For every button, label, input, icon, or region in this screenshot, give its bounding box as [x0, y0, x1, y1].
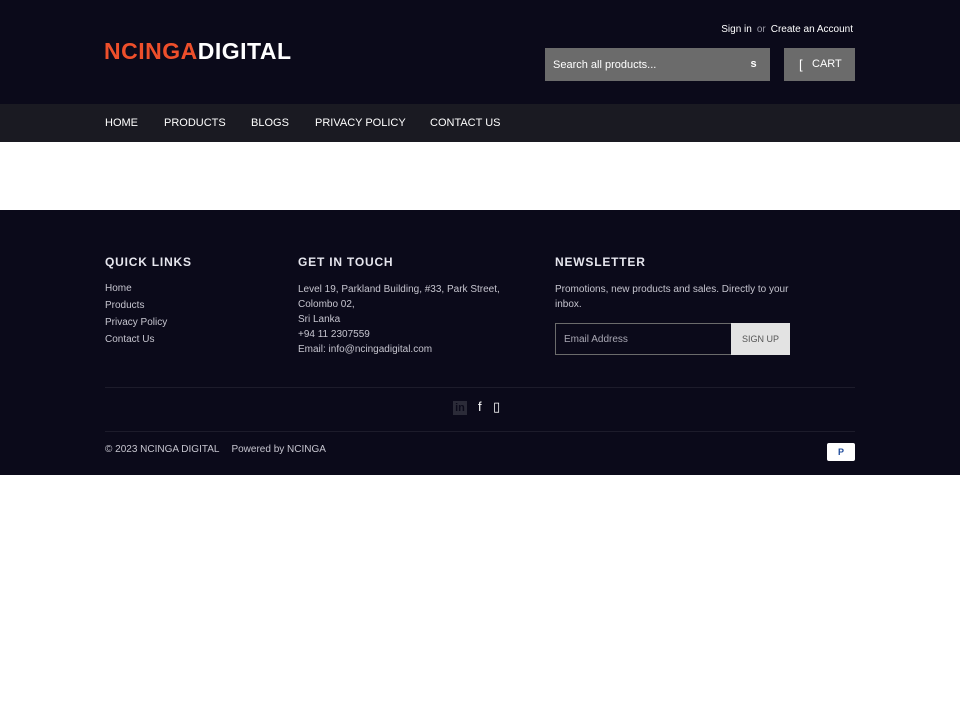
- linkedin-icon[interactable]: in: [453, 401, 467, 415]
- address-line-1: Level 19, Parkland Building, #33, Park S…: [298, 284, 500, 310]
- logo-ncinga-text: NCINGA: [104, 38, 198, 64]
- cart-icon: [: [799, 57, 803, 72]
- site-header: NCINGADIGITAL Sign in or Create an Account…: [0, 0, 960, 104]
- get-in-touch-heading: GET IN TOUCH: [298, 255, 394, 269]
- footer-link-home[interactable]: Home: [105, 283, 132, 294]
- main-nav: HOME PRODUCTS BLOGS PRIVACY POLICY CONTA…: [0, 104, 960, 142]
- cart-button[interactable]: [ CART: [784, 48, 855, 81]
- nav-item-home[interactable]: HOME: [105, 104, 138, 142]
- or-text: or: [756, 24, 766, 35]
- footer-divider-bottom: [105, 431, 855, 432]
- footer-bottom-text: © 2023 NCINGA DIGITAL Powered by NCINGA: [105, 444, 326, 455]
- account-links: Sign in or Create an Account: [721, 24, 853, 35]
- search-input[interactable]: [545, 48, 735, 81]
- site-logo[interactable]: NCINGADIGITAL: [104, 37, 292, 65]
- search-button[interactable]: s: [737, 48, 770, 81]
- footer-link-products[interactable]: Products: [105, 300, 144, 311]
- newsletter-email-input[interactable]: [555, 323, 732, 355]
- nav-item-privacy-policy[interactable]: PRIVACY POLICY: [315, 104, 406, 142]
- cart-label: CART: [812, 58, 842, 70]
- search-bar: s: [545, 48, 770, 81]
- powered-by-link[interactable]: Powered by NCINGA: [231, 444, 325, 455]
- newsletter-description: Promotions, new products and sales. Dire…: [555, 284, 789, 310]
- newsletter-form: SIGN UP: [555, 323, 790, 355]
- newsletter-signup-button[interactable]: SIGN UP: [731, 323, 790, 355]
- logo-digital-text: DIGITAL: [197, 38, 292, 64]
- nav-item-contact-us[interactable]: CONTACT US: [430, 104, 501, 142]
- address-line-2: Sri Lanka: [298, 314, 341, 325]
- copyright-text: © 2023 NCINGA DIGITAL: [105, 444, 220, 455]
- instagram-icon[interactable]: ▯: [493, 399, 500, 415]
- paypal-icon: P: [827, 443, 855, 461]
- footer-link-privacy-policy[interactable]: Privacy Policy: [105, 317, 167, 328]
- nav-item-blogs[interactable]: BLOGS: [251, 104, 289, 142]
- search-icon: s: [750, 58, 757, 70]
- email-address[interactable]: Email: info@ncingadigital.com: [298, 342, 528, 357]
- phone-number: +94 11 2307559: [298, 329, 370, 340]
- signin-link[interactable]: Sign in: [721, 24, 752, 35]
- footer-link-contact-us[interactable]: Contact Us: [105, 334, 154, 345]
- footer-divider-top: [105, 387, 855, 388]
- quick-links-heading: QUICK LINKS: [105, 255, 192, 269]
- newsletter-heading: NEWSLETTER: [555, 255, 646, 269]
- site-footer: QUICK LINKS Home Products Privacy Policy…: [0, 210, 960, 475]
- nav-item-products[interactable]: PRODUCTS: [164, 104, 226, 142]
- create-account-link[interactable]: Create an Account: [771, 24, 853, 35]
- contact-info: Level 19, Parkland Building, #33, Park S…: [298, 282, 528, 357]
- facebook-icon[interactable]: f: [478, 399, 482, 415]
